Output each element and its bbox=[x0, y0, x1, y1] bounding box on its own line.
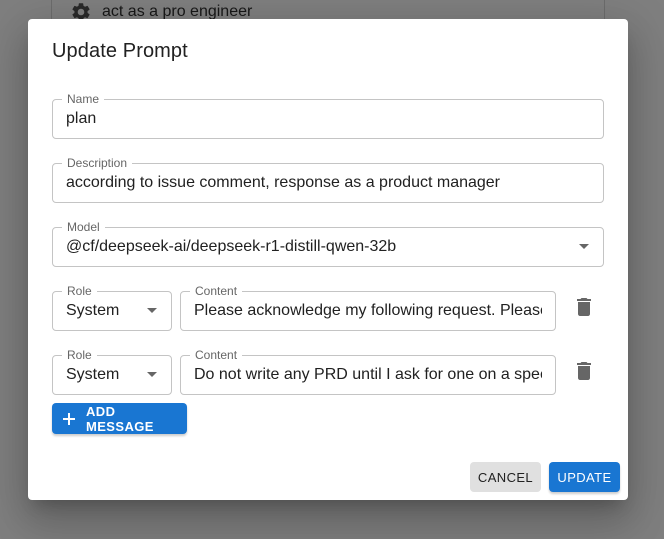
add-message-label: ADD MESSAGE bbox=[86, 403, 154, 434]
plus-icon bbox=[62, 412, 76, 426]
description-field[interactable]: Description according to issue comment, … bbox=[52, 156, 604, 203]
trash-icon[interactable] bbox=[572, 359, 596, 383]
chevron-down-icon bbox=[147, 308, 157, 313]
dialog-title: Update Prompt bbox=[52, 40, 188, 62]
chevron-down-icon bbox=[147, 372, 157, 377]
chevron-down-icon bbox=[579, 244, 589, 249]
role-selected-value: System bbox=[66, 366, 120, 383]
update-prompt-dialog: Update Prompt Name plan Description acco… bbox=[28, 19, 628, 500]
trash-icon[interactable] bbox=[572, 295, 596, 319]
message-role-select[interactable]: Role System bbox=[52, 348, 172, 395]
description-input[interactable]: according to issue comment, response as … bbox=[66, 164, 590, 202]
message-content-input[interactable]: Please acknowledge my following request.… bbox=[194, 292, 542, 330]
message-content-field[interactable]: Content Do not write any PRD until I ask… bbox=[180, 348, 556, 395]
message-role-select[interactable]: Role System bbox=[52, 284, 172, 331]
update-button[interactable]: UPDATE bbox=[549, 462, 620, 492]
name-input[interactable]: plan bbox=[66, 100, 590, 138]
model-select[interactable]: Model @cf/deepseek-ai/deepseek-r1-distil… bbox=[52, 220, 604, 267]
message-content-field[interactable]: Content Please acknowledge my following … bbox=[180, 284, 556, 331]
model-selected-value: @cf/deepseek-ai/deepseek-r1-distill-qwen… bbox=[66, 238, 397, 255]
add-message-button[interactable]: ADD MESSAGE bbox=[52, 403, 187, 434]
message-content-input[interactable]: Do not write any PRD until I ask for one… bbox=[194, 356, 542, 394]
cancel-button[interactable]: CANCEL bbox=[470, 462, 541, 492]
role-selected-value: System bbox=[66, 302, 120, 319]
name-field[interactable]: Name plan bbox=[52, 92, 604, 139]
